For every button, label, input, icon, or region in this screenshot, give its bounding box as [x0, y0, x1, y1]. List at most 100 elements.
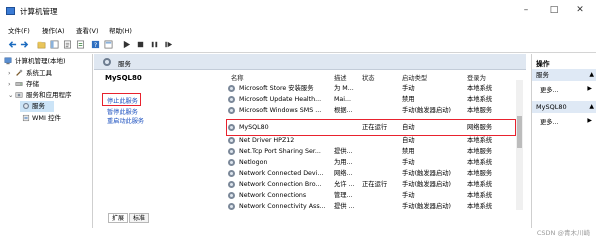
tree-item-wmi[interactable]: WMI 控件 — [20, 113, 61, 124]
stop-service-link[interactable]: 停止此服务 — [107, 96, 138, 105]
tab-extended[interactable]: 扩展 — [108, 213, 129, 223]
more-arrow-icon: ▶ — [587, 117, 592, 124]
column-header-startup-type[interactable]: 启动类型 — [402, 73, 427, 82]
tree-item-label: 存储 — [26, 80, 39, 88]
table-row[interactable]: Microsoft Store 安装服务 为 M... 手动 本地系统 — [226, 83, 516, 94]
table-row[interactable]: Net.Tcp Port Sharing Ser... 提供... 禁用 本地服… — [226, 146, 516, 157]
service-gear-icon — [228, 159, 235, 166]
actions-section-mysql80[interactable]: MySQL80 ▲ — [532, 101, 596, 113]
service-gear-icon — [228, 148, 235, 155]
service-name: Microsoft Windows SMS ... — [239, 107, 322, 114]
close-button[interactable]: ✕ — [574, 4, 586, 16]
menu-help[interactable]: 帮助(H) — [109, 25, 132, 35]
actions-title: 操作 — [536, 60, 550, 68]
service-logon: 本地服务 — [467, 107, 493, 114]
tree-item-services[interactable]: 服务 — [20, 101, 54, 112]
service-description: 为 M... — [334, 85, 354, 92]
tab-standard[interactable]: 标准 — [129, 213, 150, 223]
tree-root-label: 计算机管理(本地) — [15, 57, 66, 65]
service-name: Net Driver HPZ12 — [239, 137, 295, 144]
service-description: 管理... — [334, 192, 353, 199]
table-row[interactable]: Netlogon 为用... 手动 本地系统 — [226, 157, 516, 168]
collapse-arrow-icon[interactable]: ▲ — [589, 101, 594, 113]
export-list-icon[interactable] — [76, 40, 85, 49]
service-logon: 本地服务 — [467, 170, 493, 177]
service-gear-icon — [228, 137, 235, 144]
pause-service-icon[interactable] — [150, 40, 159, 49]
scrollbar-thumb[interactable] — [517, 116, 522, 148]
service-description: 允许 ... — [334, 181, 355, 188]
help-icon[interactable]: ? — [91, 40, 100, 49]
service-name: Netlogon — [239, 159, 268, 166]
menu-file[interactable]: 文件(F) — [8, 25, 30, 35]
column-header-logon-as[interactable]: 登录为 — [467, 73, 486, 82]
table-row[interactable]: Microsoft Update Health... Mai... 禁用 本地系… — [226, 94, 516, 105]
services-header-gear-icon — [103, 58, 111, 66]
tree-item-system-tools[interactable]: › 系统工具 — [8, 68, 52, 79]
service-name: Network Connection Bro... — [239, 181, 322, 188]
service-name: Network Connected Devi... — [239, 170, 324, 177]
properties-icon[interactable] — [63, 40, 72, 49]
menu-view[interactable]: 查看(V) — [76, 25, 99, 35]
table-row[interactable]: Microsoft Windows SMS ... 根据... 手动(触发器启动… — [226, 105, 516, 116]
pause-service-link[interactable]: 暂停此服务 — [107, 107, 138, 116]
service-status: 正在运行 — [362, 181, 388, 188]
forward-arrow-icon[interactable] — [20, 40, 29, 49]
service-gear-icon — [228, 85, 235, 92]
table-row[interactable]: Network Connectivity Ass... 提供 ... 手动(触发… — [226, 201, 516, 210]
table-row[interactable]: Network Connected Devi... 网络... 手动(触发器启动… — [226, 168, 516, 179]
storage-icon — [15, 82, 23, 86]
show-hide-tree-icon[interactable] — [50, 40, 59, 49]
computer-icon — [4, 57, 12, 65]
service-gear-icon — [228, 192, 235, 199]
services-gear-icon — [23, 103, 29, 109]
tree-item-storage[interactable]: › 存储 — [8, 79, 39, 90]
more-arrow-icon: ▶ — [587, 85, 592, 92]
menu-action[interactable]: 操作(A) — [42, 25, 65, 35]
service-name: Network Connections — [239, 192, 307, 199]
service-gear-icon — [228, 181, 235, 188]
minimize-button[interactable]: – — [520, 4, 532, 16]
collapse-arrow-icon[interactable]: ▲ — [589, 69, 594, 81]
computer-management-icon — [6, 7, 15, 15]
service-description: 为用... — [334, 159, 353, 166]
maximize-button[interactable]: □ — [548, 4, 560, 16]
table-row[interactable]: Network Connections 管理... 手动 本地系统 — [226, 190, 516, 201]
actions-more-services[interactable]: 更多... — [540, 85, 559, 94]
service-startup-type: 手动 — [402, 85, 415, 92]
computer-management-window: 计算机管理 – □ ✕ 文件(F) 操作(A) 查看(V) 帮助(H) ? 计算… — [0, 0, 596, 241]
wmi-icon — [22, 114, 30, 122]
back-arrow-icon[interactable] — [8, 40, 17, 49]
services-header-title: 服务 — [118, 60, 131, 68]
column-header-status[interactable]: 状态 — [362, 73, 375, 82]
tree-item-label: 系统工具 — [26, 69, 52, 77]
actions-more-mysql80[interactable]: 更多... — [540, 117, 559, 126]
service-startup-type: 禁用 — [402, 96, 415, 103]
tree-item-label: WMI 控件 — [32, 114, 62, 122]
tree-root[interactable]: 计算机管理(本地) — [4, 56, 66, 67]
table-scrollbar[interactable] — [516, 80, 523, 210]
restart-service-link[interactable]: 重启动此服务 — [107, 116, 144, 125]
column-header-name[interactable]: 名称 — [231, 73, 244, 82]
restart-service-icon[interactable] — [164, 40, 173, 49]
table-row[interactable]: Net Driver HPZ12 自动 本地系统 — [226, 135, 516, 146]
service-startup-type: 手动 — [402, 192, 415, 199]
tools-icon — [16, 69, 23, 76]
up-folder-icon[interactable] — [37, 40, 46, 49]
actions-section-services[interactable]: 服务 ▲ — [532, 69, 596, 81]
service-gear-icon — [228, 203, 235, 210]
service-startup-type: 自动 — [402, 137, 415, 144]
service-gear-icon — [228, 170, 235, 177]
service-startup-type: 手动(触发器启动) — [402, 170, 451, 177]
selected-service-title: MySQL80 — [105, 74, 142, 82]
watermark: CSDN @青木川崎 — [536, 229, 590, 237]
view-pane-icon[interactable] — [104, 40, 113, 49]
actions-section-label: 服务 — [536, 71, 549, 79]
tree-item-label: 服务和应用程序 — [26, 91, 72, 99]
tree-item-services-apps[interactable]: ⌄ 服务和应用程序 — [8, 90, 72, 101]
column-header-description[interactable]: 描述 — [334, 73, 347, 82]
table-row[interactable]: Network Connection Bro... 允许 ... 正在运行 手动… — [226, 179, 516, 190]
stop-service-icon[interactable] — [136, 40, 145, 49]
start-service-icon[interactable] — [122, 40, 131, 49]
mysql80-row-highlight-box — [226, 119, 516, 136]
